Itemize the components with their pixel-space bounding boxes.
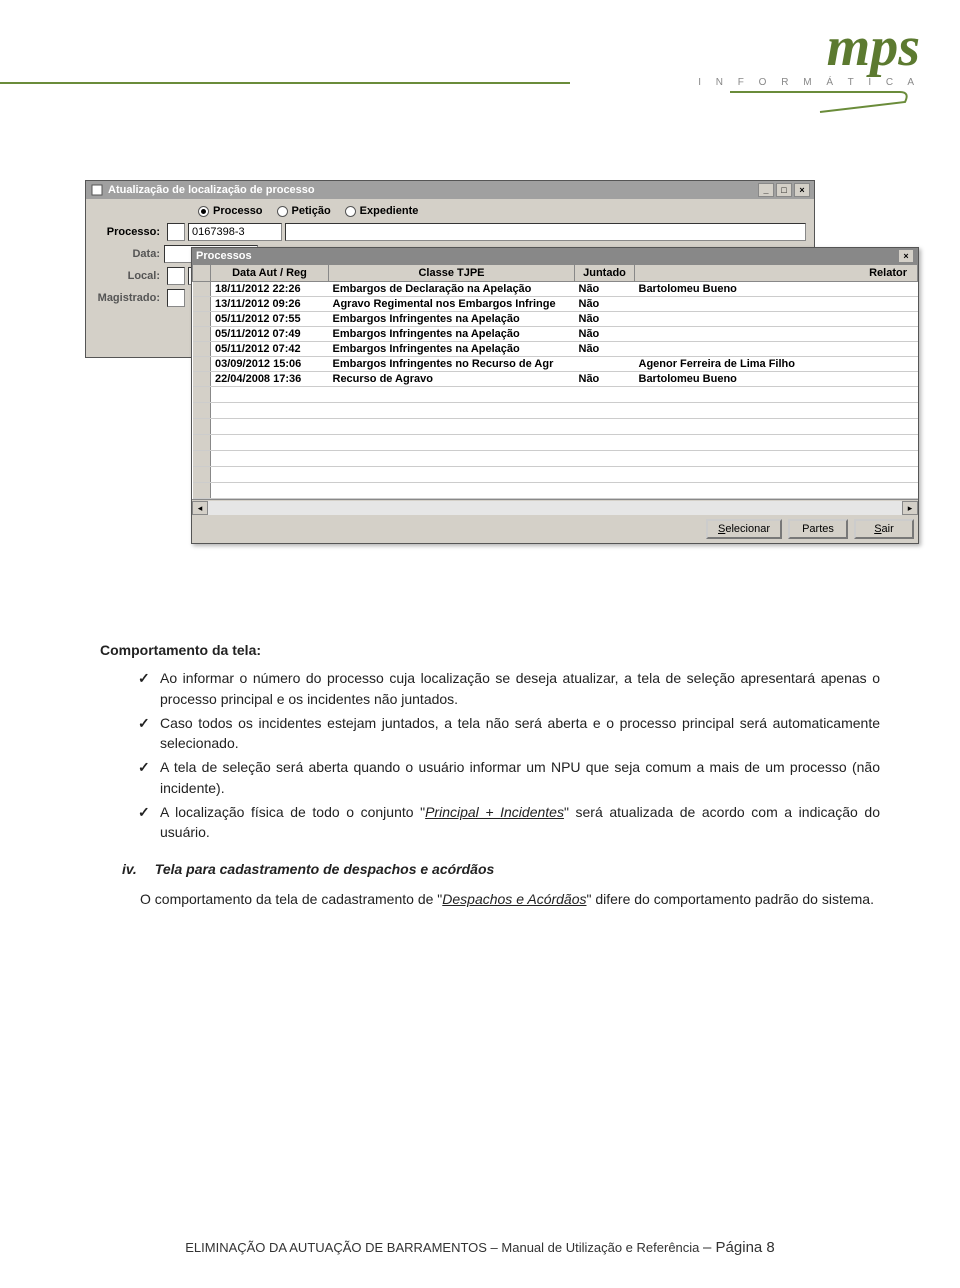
footer-sep: – (703, 1239, 716, 1256)
sair-button[interactable]: Sair (854, 519, 914, 539)
processo-label: Processo: (94, 226, 164, 238)
logo-decoration-icon (720, 88, 920, 118)
page-footer: ELIMINAÇÃO DA AUTUAÇÃO DE BARRAMENTOS – … (0, 1239, 960, 1256)
popup-titlebar: Processos × (192, 248, 918, 264)
popup-close-button[interactable]: × (898, 249, 914, 263)
processos-table: Data Aut / Reg Classe TJPE Juntado Relat… (192, 264, 918, 499)
table-row[interactable]: 05/11/2012 07:49Embargos Infringentes na… (193, 327, 918, 342)
table-row-empty (193, 403, 918, 419)
minimize-button[interactable]: _ (758, 183, 774, 197)
paragraph: O comportamento da tela de cadastramento… (100, 889, 880, 909)
selecionar-button[interactable]: Selecionar (706, 519, 782, 539)
brand-logo: mps I N F O R M Á T I C A (698, 28, 920, 123)
table-row[interactable]: 03/09/2012 15:06Embargos Infringentes no… (193, 357, 918, 372)
table-row-empty (193, 451, 918, 467)
magistrado-code-input[interactable] (167, 289, 185, 307)
table-row[interactable]: 22/04/2008 17:36Recurso de AgravoNãoBart… (193, 372, 918, 387)
popup-button-bar: Selecionar Partes Sair (192, 515, 918, 543)
document-body: Comportamento da tela: Ao informar o núm… (100, 640, 880, 919)
horizontal-scrollbar[interactable]: ◂ ▸ (192, 499, 918, 515)
radio-dot-icon (345, 206, 356, 217)
scroll-track[interactable] (208, 501, 902, 515)
app-icon (90, 183, 104, 197)
popup-title-text: Processos (196, 250, 252, 262)
local-label: Local: (94, 270, 164, 282)
radio-expediente[interactable]: Expediente (345, 205, 419, 217)
col-header-classe[interactable]: Classe TJPE (329, 265, 575, 282)
bullet-item: A tela de seleção será aberta quando o u… (138, 757, 880, 798)
table-row-empty (193, 467, 918, 483)
magistrado-label: Magistrado: (94, 292, 164, 304)
table-row-empty (193, 387, 918, 403)
processo-number-input[interactable]: 0167398-3 (188, 223, 282, 241)
table-row[interactable]: 05/11/2012 07:55Embargos Infringentes na… (193, 312, 918, 327)
col-header-relator[interactable]: Relator (635, 265, 918, 282)
col-header-data[interactable]: Data Aut / Reg (211, 265, 329, 282)
footer-page: Página 8 (716, 1239, 775, 1256)
local-code-input[interactable] (167, 267, 185, 285)
header-rule (0, 82, 570, 84)
table-row-empty (193, 435, 918, 451)
bullet-item: Ao informar o número do processo cuja lo… (138, 668, 880, 709)
radio-dot-icon (277, 206, 288, 217)
table-row-empty (193, 483, 918, 499)
table-row[interactable]: 18/11/2012 22:26Embargos de Declaração n… (193, 282, 918, 297)
processo-prefix-input[interactable] (167, 223, 185, 241)
close-button[interactable]: × (794, 183, 810, 197)
bullet-item: A localização física de todo o conjunto … (138, 802, 880, 843)
scroll-right-icon[interactable]: ▸ (902, 501, 918, 515)
col-header-juntado[interactable]: Juntado (575, 265, 635, 282)
processo-desc-input[interactable] (285, 223, 806, 241)
type-radio-group: Processo Petição Expediente (94, 205, 806, 217)
screenshot-region: Atualização de localização de processo _… (85, 180, 920, 358)
logo-text: mps (698, 28, 920, 67)
subsection-title: Tela para cadastramento de despachos e a… (155, 859, 495, 879)
bullet-item: Caso todos os incidentes estejam juntado… (138, 713, 880, 754)
subsection-number: iv. (122, 859, 137, 879)
section-heading: Comportamento da tela: (100, 640, 880, 660)
subsection-iv: iv. Tela para cadastramento de despachos… (122, 859, 880, 879)
bullet-list: Ao informar o número do processo cuja lo… (100, 668, 880, 842)
table-row[interactable]: 05/11/2012 07:42Embargos Infringentes na… (193, 342, 918, 357)
window-title: Atualização de localização de processo (108, 184, 315, 196)
window-titlebar: Atualização de localização de processo _… (86, 181, 814, 199)
partes-button[interactable]: Partes (788, 519, 848, 539)
processos-popup: Processos × Data Aut / Reg Classe TJPE J… (191, 247, 919, 544)
footer-text: ELIMINAÇÃO DA AUTUAÇÃO DE BARRAMENTOS – … (185, 1240, 699, 1255)
radio-peticao[interactable]: Petição (277, 205, 331, 217)
maximize-button[interactable]: □ (776, 183, 792, 197)
radio-dot-icon (198, 206, 209, 217)
table-row[interactable]: 13/11/2012 09:26Agravo Regimental nos Em… (193, 297, 918, 312)
scroll-left-icon[interactable]: ◂ (192, 501, 208, 515)
table-gutter-header (193, 265, 211, 282)
logo-subtext: I N F O R M Á T I C A (698, 77, 920, 88)
app-window: Atualização de localização de processo _… (85, 180, 815, 358)
radio-processo[interactable]: Processo (198, 205, 263, 217)
table-row-empty (193, 419, 918, 435)
data-label: Data: (94, 248, 164, 260)
